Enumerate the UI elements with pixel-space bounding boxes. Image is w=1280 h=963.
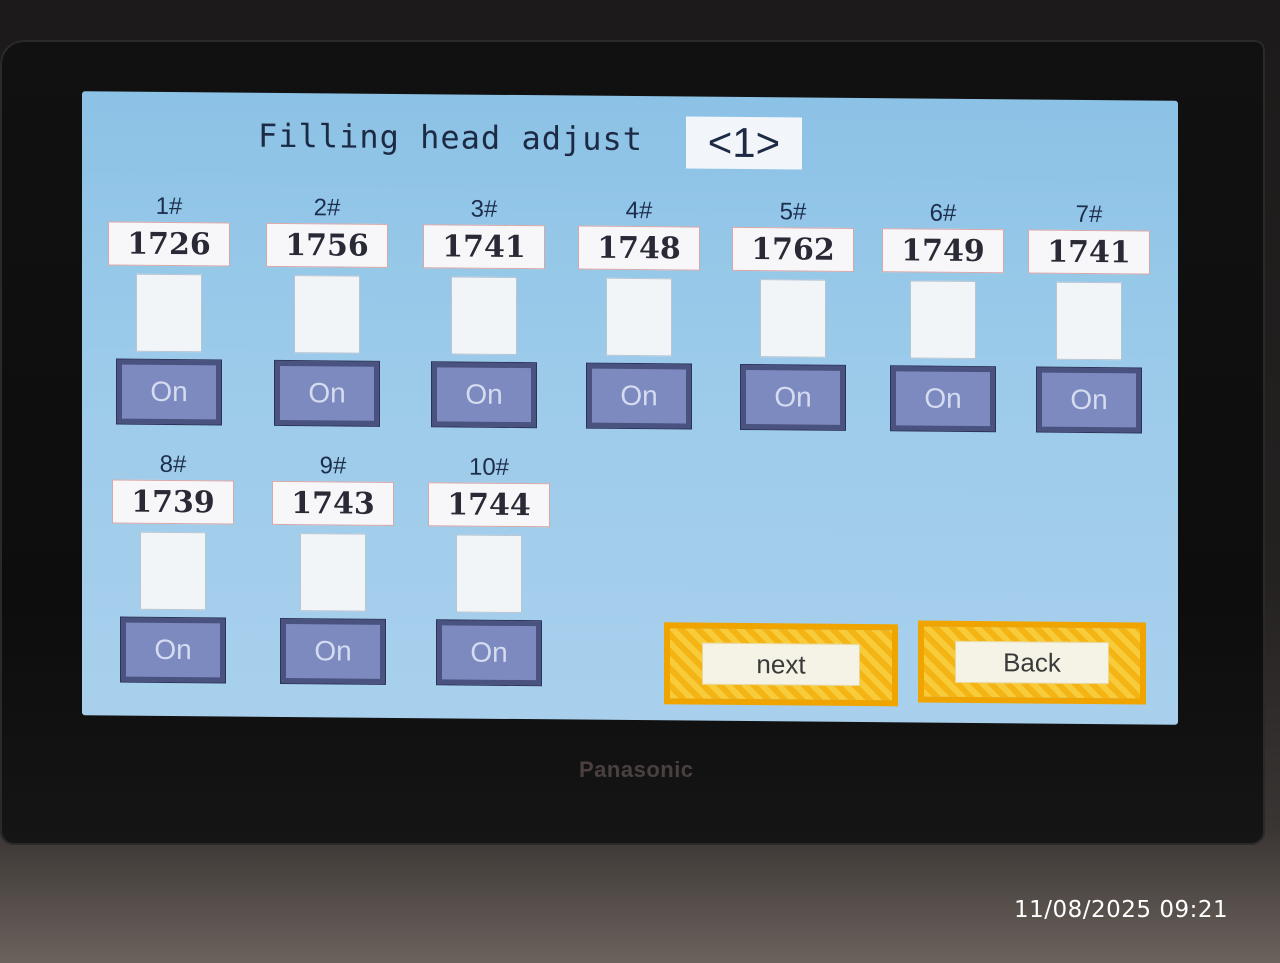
next-button-label: next bbox=[702, 643, 860, 686]
head-on-button[interactable]: On bbox=[436, 619, 542, 687]
head-label: 10# bbox=[468, 453, 510, 481]
filling-head-3: 3# 1741 On bbox=[419, 194, 549, 429]
head-label: 8# bbox=[159, 450, 187, 479]
filling-head-5: 5# 1762 On bbox=[728, 197, 858, 431]
head-label: 9# bbox=[319, 452, 347, 480]
head-value-field[interactable]: 1741 bbox=[1028, 229, 1150, 275]
filling-head-7: 7# 1741 On bbox=[1024, 199, 1154, 434]
head-label: 5# bbox=[779, 198, 807, 226]
filling-head-2: 2# 1756 On bbox=[262, 193, 392, 427]
head-on-button[interactable]: On bbox=[586, 362, 692, 430]
head-status-indicator bbox=[136, 273, 202, 353]
head-value-field[interactable]: 1756 bbox=[266, 222, 388, 268]
head-value-field[interactable]: 1744 bbox=[428, 482, 550, 528]
photo-timestamp: 11/08/2025 09:21 bbox=[1014, 897, 1229, 923]
head-value-field[interactable]: 1739 bbox=[112, 479, 234, 525]
head-on-button[interactable]: On bbox=[740, 363, 846, 431]
filling-head-4: 4# 1748 On bbox=[574, 196, 704, 430]
head-status-indicator bbox=[294, 275, 360, 354]
back-button[interactable]: Back bbox=[918, 620, 1146, 705]
head-status-indicator bbox=[140, 531, 206, 611]
head-label: 7# bbox=[1075, 200, 1103, 229]
head-label: 6# bbox=[929, 199, 957, 227]
head-label: 1# bbox=[155, 192, 183, 221]
hmi-screen: Filling head adjust <1> 1# 1726 On 2# 17… bbox=[82, 91, 1178, 725]
filling-head-9: 9# 1743 On bbox=[268, 451, 398, 685]
next-button[interactable]: next bbox=[664, 622, 898, 707]
page-title: Filling head adjust bbox=[258, 116, 644, 159]
head-on-button[interactable]: On bbox=[431, 361, 537, 429]
head-status-indicator bbox=[456, 534, 522, 614]
head-value-field[interactable]: 1749 bbox=[882, 228, 1004, 274]
head-value-field[interactable]: 1743 bbox=[272, 480, 394, 526]
head-status-indicator bbox=[760, 279, 826, 358]
head-value-field[interactable]: 1762 bbox=[732, 226, 854, 272]
head-on-button[interactable]: On bbox=[280, 617, 386, 685]
page-indicator: <1> bbox=[686, 116, 802, 170]
head-label: 3# bbox=[470, 195, 498, 223]
filling-head-1: 1# 1726 On bbox=[104, 191, 234, 426]
head-status-indicator bbox=[606, 277, 672, 357]
head-on-button[interactable]: On bbox=[120, 616, 226, 684]
head-on-button[interactable]: On bbox=[890, 365, 996, 433]
head-value-field[interactable]: 1726 bbox=[108, 221, 230, 267]
back-button-label: Back bbox=[955, 641, 1109, 684]
brand-logo: Panasonic bbox=[579, 757, 694, 782]
head-status-indicator bbox=[300, 533, 366, 612]
head-value-field[interactable]: 1748 bbox=[578, 225, 700, 271]
head-label: 4# bbox=[625, 196, 653, 225]
head-on-button[interactable]: On bbox=[274, 359, 380, 427]
head-status-indicator bbox=[451, 276, 517, 356]
head-value-field[interactable]: 1741 bbox=[423, 224, 545, 270]
filling-head-8: 8# 1739 On bbox=[108, 449, 238, 684]
filling-head-10: 10# 1744 On bbox=[424, 452, 554, 687]
head-label: 2# bbox=[313, 194, 341, 222]
head-on-button[interactable]: On bbox=[1036, 366, 1142, 434]
head-status-indicator bbox=[1056, 281, 1122, 361]
head-on-button[interactable]: On bbox=[116, 358, 222, 426]
filling-head-6: 6# 1749 On bbox=[878, 198, 1008, 433]
head-status-indicator bbox=[910, 280, 976, 360]
